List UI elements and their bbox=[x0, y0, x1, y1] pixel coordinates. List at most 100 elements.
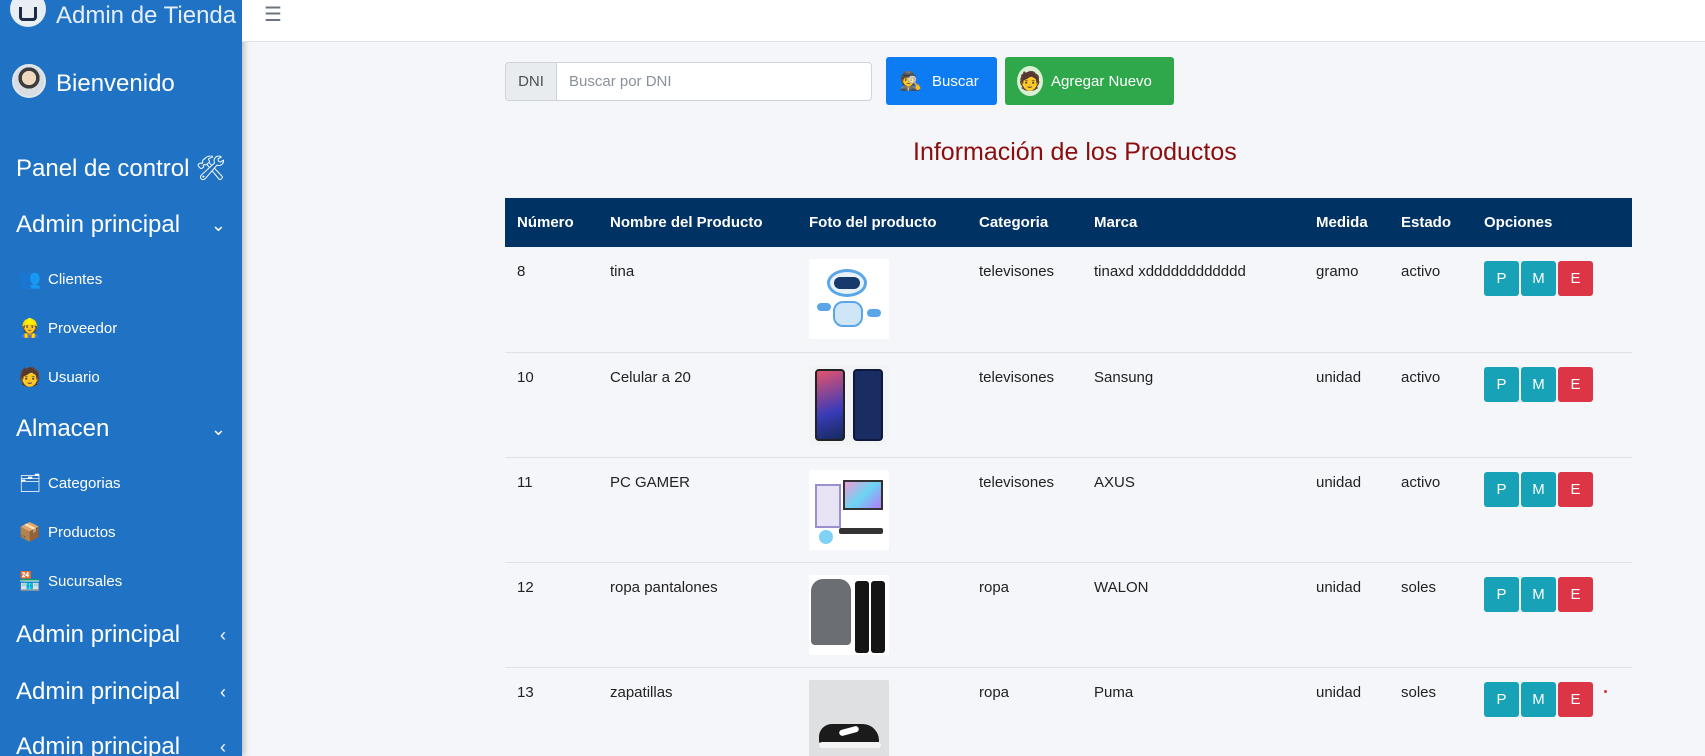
cell-categoria: televisones bbox=[979, 263, 1055, 280]
col-header-foto: Foto del producto bbox=[797, 198, 967, 247]
nav-admin-principal-4[interactable]: Admin principal ‹ bbox=[16, 733, 226, 756]
cell-numero: 12 bbox=[505, 561, 598, 667]
pc-product-image bbox=[809, 469, 889, 550]
search-person-icon: 🕵 bbox=[899, 70, 923, 91]
table-header-row: Número Nombre del Producto Foto del prod… bbox=[505, 198, 1632, 247]
cell-numero: 11 bbox=[505, 456, 598, 562]
sidebar-item-categorias[interactable]: 🗂 Categorias bbox=[16, 470, 121, 496]
search-button[interactable]: 🕵 Buscar bbox=[886, 57, 997, 105]
nav-section-label: Admin principal bbox=[16, 678, 181, 705]
nav-admin-principal-3[interactable]: Admin principal ‹ bbox=[16, 678, 226, 706]
sidebar-item-label: Proveedor bbox=[48, 319, 118, 337]
cell-medida: unidad bbox=[1304, 561, 1389, 667]
edit-button[interactable]: M bbox=[1521, 576, 1556, 612]
edit-button[interactable]: M bbox=[1521, 681, 1556, 717]
view-button[interactable]: P bbox=[1484, 471, 1519, 507]
edit-button[interactable]: M bbox=[1521, 471, 1556, 507]
people-icon: 👥 bbox=[18, 268, 42, 289]
cell-marca: Sansung bbox=[1082, 351, 1304, 457]
robot-product-image bbox=[809, 259, 889, 339]
col-header-medida: Medida bbox=[1304, 198, 1389, 247]
hamburger-icon[interactable]: ☰ bbox=[264, 2, 282, 27]
cell-estado: soles bbox=[1389, 561, 1472, 667]
cell-foto bbox=[797, 561, 967, 667]
add-user-icon: 🧑 bbox=[1017, 66, 1043, 96]
store-icon: 🏪 bbox=[18, 570, 42, 591]
view-button[interactable]: P bbox=[1484, 576, 1519, 612]
sidebar-item-productos[interactable]: 📦 Productos bbox=[16, 519, 116, 545]
cell-marca: WALON bbox=[1082, 561, 1304, 667]
supplier-icon: 👷 bbox=[18, 317, 42, 338]
user-name: Bienvenido bbox=[56, 70, 175, 97]
search-label: DNI bbox=[505, 62, 556, 101]
cell-marca: tinaxd xdddddddddddd bbox=[1094, 263, 1246, 280]
page-title: Información de los Productos bbox=[913, 138, 1237, 166]
col-header-opciones: Opciones bbox=[1472, 198, 1632, 247]
sidebar-item-clientes[interactable]: 👥 Clientes bbox=[16, 266, 102, 292]
search-group: DNI bbox=[505, 62, 872, 101]
cell-nombre: ropa pantalones bbox=[598, 561, 797, 667]
table-row: 12 ropa pantalones ropa WALON unidad sol… bbox=[505, 561, 1632, 667]
cell-nombre: tina bbox=[610, 263, 635, 280]
cell-estado: activo bbox=[1389, 351, 1472, 457]
col-header-nombre: Nombre del Producto bbox=[598, 198, 797, 247]
sidebar-item-label: Usuario bbox=[48, 368, 100, 386]
delete-button[interactable]: E bbox=[1558, 576, 1593, 612]
brand-link[interactable]: Admin de Tienda bbox=[10, 0, 236, 36]
chevron-left-icon: ‹ bbox=[220, 681, 226, 702]
chevron-down-icon: ⌄ bbox=[210, 214, 226, 235]
user-icon: 🧑 bbox=[18, 366, 42, 387]
cell-medida: unidad bbox=[1304, 666, 1389, 756]
edit-button[interactable]: M bbox=[1521, 261, 1556, 296]
sidebar-item-sucursales[interactable]: 🏪 Sucursales bbox=[16, 568, 122, 594]
delete-button[interactable]: E bbox=[1558, 261, 1593, 296]
cell-opciones: PME bbox=[1472, 351, 1632, 457]
col-header-categoria: Categoria bbox=[967, 198, 1082, 247]
sidebar-item-usuario[interactable]: 🧑 Usuario bbox=[16, 364, 100, 390]
delete-button[interactable]: E bbox=[1558, 471, 1593, 507]
view-button[interactable]: P bbox=[1484, 681, 1519, 717]
sidebar-item-label: Categorias bbox=[48, 474, 121, 492]
nav-almacen[interactable]: Almacen ⌄ bbox=[16, 415, 226, 443]
nav-panel-label: Panel de control bbox=[16, 154, 190, 182]
cell-numero: 8 bbox=[517, 263, 526, 280]
cell-marca: AXUS bbox=[1082, 456, 1304, 562]
cell-opciones: PME bbox=[1472, 561, 1632, 667]
sidebar-item-proveedor[interactable]: 👷 Proveedor bbox=[16, 315, 117, 341]
add-button-label: Agregar Nuevo bbox=[1051, 72, 1152, 90]
tools-icon: 🛠 bbox=[195, 155, 226, 182]
cell-nombre: Celular a 20 bbox=[598, 351, 797, 457]
col-header-estado: Estado bbox=[1389, 198, 1472, 247]
chevron-down-icon: ⌄ bbox=[210, 418, 226, 439]
sidebar-item-label: Sucursales bbox=[48, 572, 123, 590]
add-new-button[interactable]: 🧑 Agregar Nuevo bbox=[1005, 57, 1174, 105]
nav-admin-principal-2[interactable]: Admin principal ‹ bbox=[16, 621, 226, 649]
products-icon: 📦 bbox=[18, 521, 42, 542]
nav-section-label: Admin principal bbox=[16, 621, 181, 648]
view-button[interactable]: P bbox=[1484, 261, 1519, 296]
nav-panel-control[interactable]: Panel de control 🛠 bbox=[16, 154, 226, 183]
col-header-numero: Número bbox=[505, 198, 598, 247]
delete-button[interactable]: E bbox=[1558, 366, 1593, 402]
cell-categoria: televisones bbox=[967, 351, 1082, 457]
topbar: ☰ bbox=[242, 0, 1705, 42]
nav-section-label: Admin principal bbox=[16, 733, 181, 756]
cell-foto bbox=[797, 351, 967, 457]
cell-marca: Puma bbox=[1082, 666, 1304, 756]
edit-button[interactable]: M bbox=[1521, 366, 1556, 402]
cell-foto bbox=[797, 666, 967, 756]
cell-categoria: televisones bbox=[967, 456, 1082, 562]
cell-medida: unidad bbox=[1304, 456, 1389, 562]
user-panel[interactable]: Bienvenido bbox=[12, 64, 175, 98]
cell-estado: soles bbox=[1389, 666, 1472, 756]
cursor-dot bbox=[1604, 690, 1607, 693]
sidebar-item-label: Clientes bbox=[48, 270, 103, 288]
cell-numero: 10 bbox=[505, 351, 598, 457]
table-row: 8 tina televisones tinaxd xdddddddddddd … bbox=[505, 247, 1632, 352]
delete-button[interactable]: E bbox=[1558, 681, 1593, 717]
brand-title: Admin de Tienda bbox=[56, 2, 237, 29]
cell-medida: gramo bbox=[1316, 263, 1359, 280]
nav-admin-principal[interactable]: Admin principal ⌄ bbox=[16, 211, 226, 239]
search-input[interactable] bbox=[556, 62, 872, 101]
view-button[interactable]: P bbox=[1484, 366, 1519, 402]
